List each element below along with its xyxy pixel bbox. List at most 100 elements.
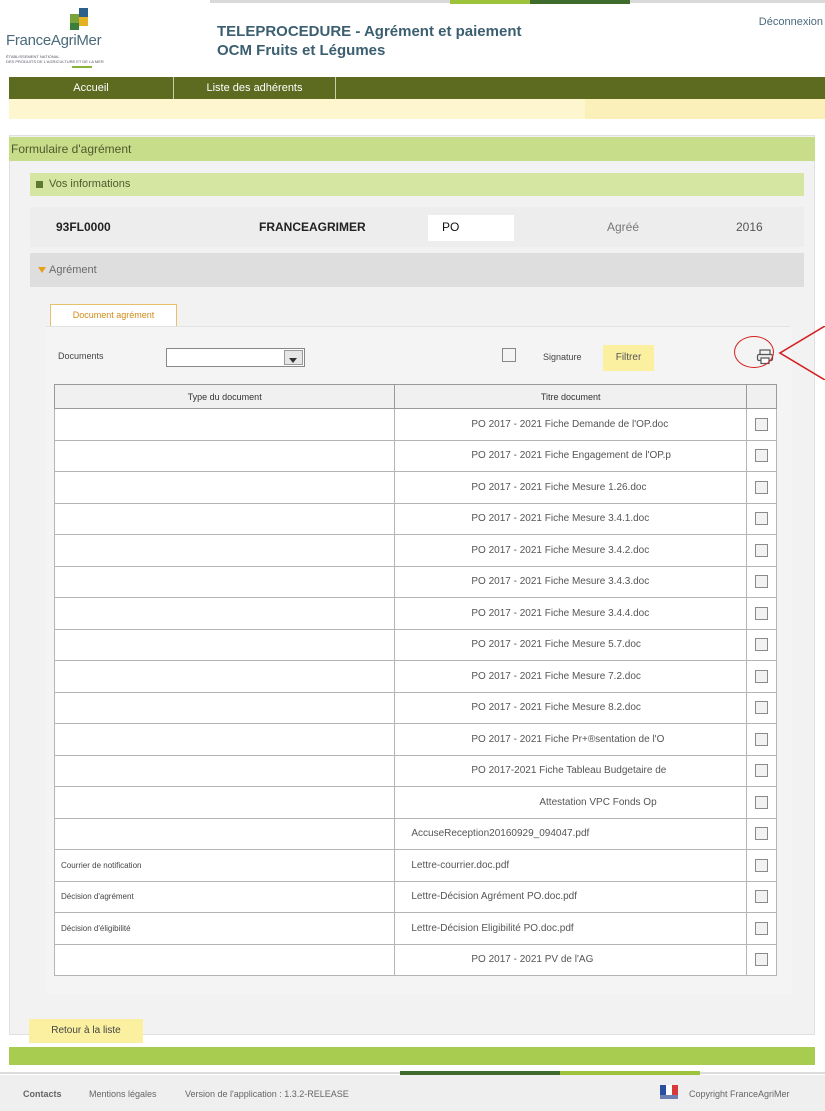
cell-title[interactable]: PO 2017 - 2021 Fiche Mesure 3.4.1.doc — [394, 502, 748, 535]
table-header-row: Type du document Titre document — [53, 384, 777, 409]
cell-title[interactable]: PO 2017 - 2021 Fiche Mesure 5.7.doc — [394, 628, 748, 661]
row-checkbox[interactable] — [755, 449, 768, 463]
cell-title[interactable]: PO 2017 - 2021 Fiche Mesure 1.26.doc — [394, 471, 748, 504]
cell-title[interactable]: PO 2017 - 2021 Fiche Mesure 3.4.2.doc — [394, 534, 748, 567]
row-checkbox[interactable] — [755, 701, 768, 715]
row-checkbox[interactable] — [755, 764, 768, 778]
row-checkbox[interactable] — [755, 890, 768, 904]
cell-type — [53, 754, 396, 787]
cell-type — [53, 786, 396, 819]
cell-title[interactable]: Attestation VPC Fonds Op — [394, 786, 748, 819]
row-checkbox[interactable] — [755, 417, 768, 431]
footer-legal-link[interactable]: Mentions légales — [89, 1089, 157, 1099]
col-header-title[interactable]: Titre document — [394, 384, 748, 409]
nav-item-accueil[interactable]: Accueil — [9, 77, 174, 99]
top-accent-bar — [210, 0, 825, 4]
cell-type — [53, 691, 396, 724]
table-row: PO 2017 - 2021 Fiche Mesure 1.26.doc — [53, 471, 777, 504]
row-checkbox[interactable] — [755, 795, 768, 809]
cell-type — [53, 502, 396, 535]
table-row: PO 2017 - 2021 Fiche Demande de l'OP.doc — [53, 408, 777, 441]
cell-title[interactable]: Lettre-Décision Agrément PO.doc.pdf — [394, 880, 748, 913]
cell-title[interactable]: Lettre-courrier.doc.pdf — [394, 849, 748, 882]
app-title: TELEPROCEDURE - Agrément et paiement OCM… — [217, 22, 522, 60]
table-row: PO 2017 - 2021 Fiche Mesure 8.2.doc — [53, 691, 777, 724]
table-row: Décision d'éligibilité Lettre-Décision El… — [53, 912, 777, 945]
cell-type — [53, 660, 396, 693]
cell-type — [53, 817, 396, 850]
table-row: PO 2017 - 2021 PV de l'AG — [53, 943, 777, 976]
row-checkbox[interactable] — [755, 480, 768, 494]
col-header-type[interactable]: Type du document — [53, 384, 396, 409]
cell-title[interactable]: PO 2017 - 2021 Fiche Pr+®sentation de l'… — [394, 723, 748, 756]
back-to-list-button[interactable]: Retour à la liste — [29, 1019, 143, 1043]
app-title-line2: OCM Fruits et Légumes — [217, 42, 386, 59]
footer: Contacts Mentions légales Version de l'a… — [0, 1075, 825, 1111]
row-checkbox[interactable] — [755, 921, 768, 935]
row-checkbox[interactable] — [755, 953, 768, 967]
nav-item-liste-adherents[interactable]: Liste des adhérents — [174, 77, 336, 99]
row-checkbox[interactable] — [755, 827, 768, 841]
table-row: PO 2017 - 2021 Fiche Pr+®sentation de l'… — [53, 723, 777, 756]
row-checkbox[interactable] — [755, 858, 768, 872]
dropdown-arrow-icon — [289, 358, 297, 363]
table-row: PO 2017 - 2021 Fiche Mesure 5.7.doc — [53, 628, 777, 661]
cell-title[interactable]: Lettre-Décision Eligibilité PO.doc.pdf — [394, 912, 748, 945]
section-vos-informations[interactable]: Vos informations — [30, 173, 804, 196]
documents-table: Type du document Titre document PO 2017 … — [53, 384, 777, 976]
row-checkbox[interactable] — [755, 543, 768, 557]
table-row: AccuseReception20160929_094047.pdf — [53, 817, 777, 850]
documents-label: Documents — [58, 351, 104, 361]
form-title: Formulaire d'agrément — [11, 142, 132, 156]
logo-subtitle: ÉTABLISSEMENT NATIONAL DES PRODUITS DE L… — [6, 54, 104, 64]
header: FranceAgriMer ÉTABLISSEMENT NATIONAL DES… — [0, 0, 825, 74]
cell-title[interactable]: PO 2017 - 2021 Fiche Mesure 7.2.doc — [394, 660, 748, 693]
info-type: PO — [442, 220, 460, 234]
info-type-box — [428, 215, 514, 241]
row-checkbox[interactable] — [755, 669, 768, 683]
footer-version: Version de l'application : 1.3.2-RELEASE — [185, 1089, 349, 1099]
documents-select[interactable] — [166, 348, 305, 367]
cell-title[interactable]: PO 2017 - 2021 PV de l'AG — [394, 943, 748, 976]
row-checkbox[interactable] — [755, 606, 768, 620]
filter-button[interactable]: Filtrer — [603, 345, 654, 371]
annotation-arrow-icon — [778, 326, 825, 380]
cell-title[interactable]: PO 2017 - 2021 Fiche Demande de l'OP.doc — [394, 408, 748, 441]
table-row: PO 2017 - 2021 Fiche Mesure 3.4.4.doc — [53, 597, 777, 630]
footer-copyright: Copyright FranceAgriMer — [689, 1089, 790, 1099]
row-checkbox[interactable] — [755, 638, 768, 652]
info-status: Agréé — [607, 220, 640, 234]
logout-link[interactable]: Déconnexion — [759, 16, 823, 28]
table-row: Décision d'agrément Lettre-Décision Agrém… — [53, 880, 777, 913]
app-title-line1: TELEPROCEDURE - Agrément et paiement — [217, 23, 522, 40]
cell-type — [53, 943, 396, 976]
franceagrimer-logo[interactable]: FranceAgriMer ÉTABLISSEMENT NATIONAL DES… — [6, 6, 156, 68]
cell-title[interactable]: PO 2017 - 2021 Fiche Mesure 8.2.doc — [394, 691, 748, 724]
section-agrement-label: Agrément — [49, 264, 97, 276]
cell-type — [53, 534, 396, 567]
tab-document-agrement[interactable]: Document agrément — [50, 304, 177, 327]
cell-type — [53, 597, 396, 630]
cell-title[interactable]: PO 2017 - 2021 Fiche Engagement de l'OP.… — [394, 439, 748, 472]
footer-contacts-link[interactable]: Contacts — [23, 1089, 62, 1099]
cell-title[interactable]: PO 2017 - 2021 Fiche Mesure 3.4.4.doc — [394, 597, 748, 630]
signature-checkbox[interactable] — [502, 348, 516, 362]
table-row: PO 2017 - 2021 Fiche Engagement de l'OP.… — [53, 439, 777, 472]
row-checkbox[interactable] — [755, 732, 768, 746]
expand-triangle-icon — [38, 267, 46, 273]
section-agrement[interactable]: Agrément — [30, 253, 804, 287]
cell-title[interactable]: PO 2017 - 2021 Fiche Mesure 3.4.3.doc — [394, 565, 748, 598]
row-checkbox[interactable] — [755, 512, 768, 526]
cell-type — [53, 408, 396, 441]
row-checkbox[interactable] — [755, 575, 768, 589]
info-name: FRANCEAGRIMER — [259, 220, 366, 234]
cell-type — [53, 628, 396, 661]
cell-title[interactable]: AccuseReception20160929_094047.pdf — [394, 817, 748, 850]
cell-type — [53, 723, 396, 756]
cell-title[interactable]: PO 2017-2021 Fiche Tableau Budgetaire de — [394, 754, 748, 787]
cell-type: Courrier de notification — [53, 849, 396, 882]
cell-type — [53, 471, 396, 504]
info-code: 93FL0000 — [56, 220, 111, 234]
form-title-bar: Formulaire d'agrément — [9, 137, 815, 161]
dropdown-button[interactable] — [284, 350, 303, 365]
